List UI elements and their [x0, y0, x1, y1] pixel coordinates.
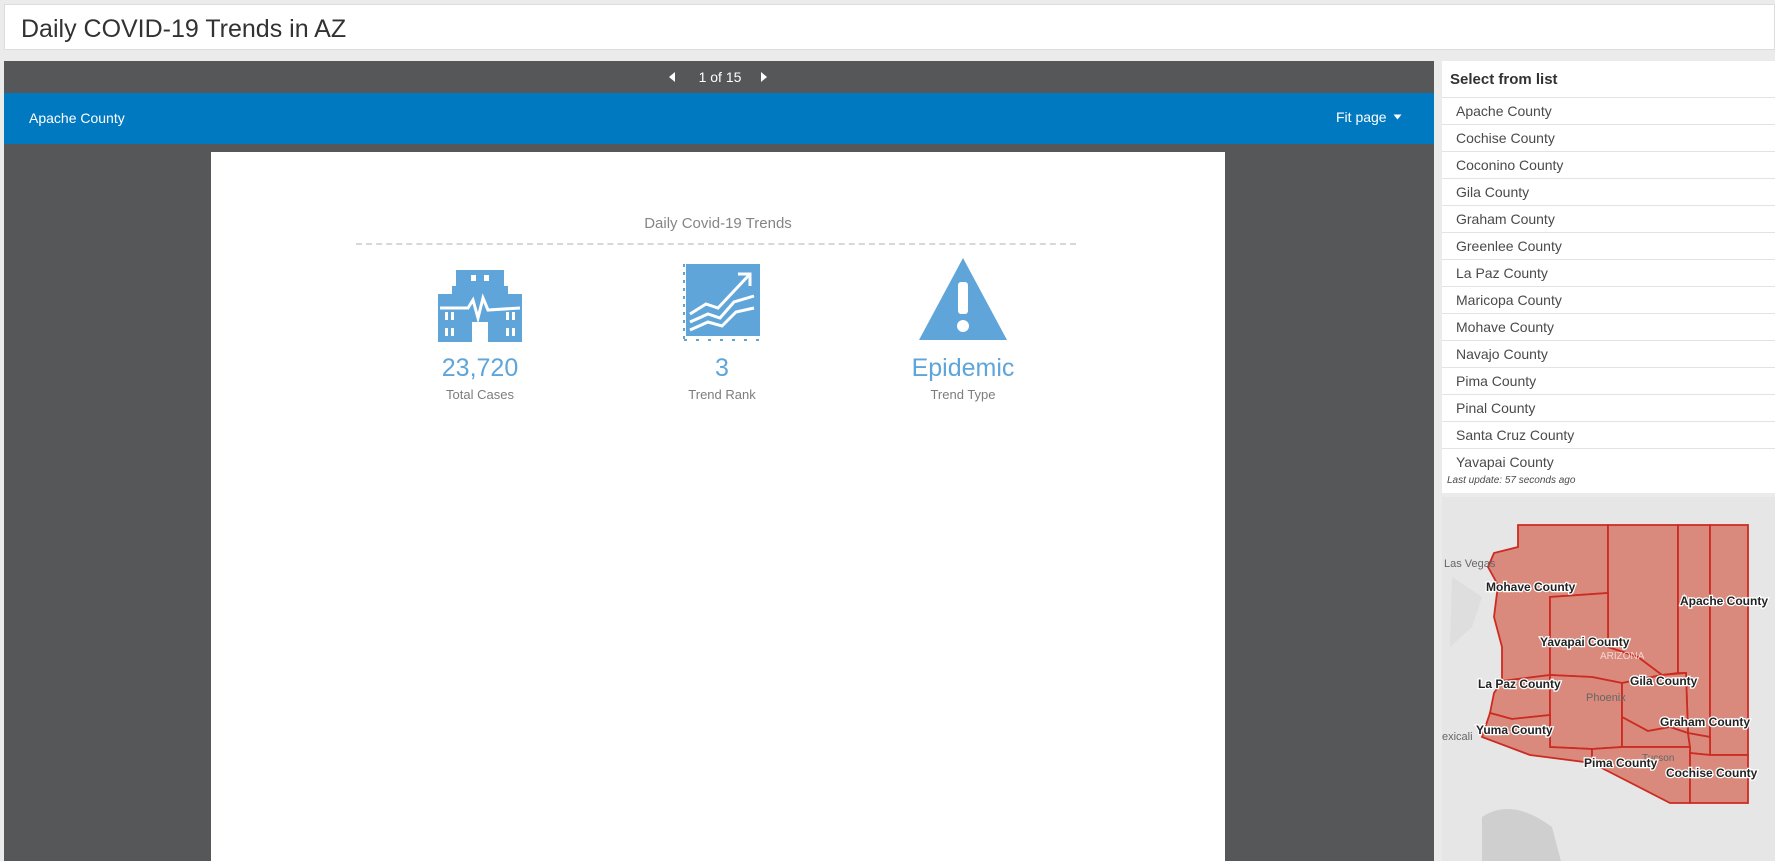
header-bar: Daily COVID-19 Trends in AZ — [4, 4, 1775, 50]
pager-bar: 1 of 15 — [4, 61, 1434, 93]
map-label-yuma: Yuma County — [1476, 723, 1553, 737]
chevron-down-icon — [1393, 114, 1402, 120]
details-panel: 1 of 15 Apache County Fit page Daily Cov… — [4, 61, 1434, 861]
map-label-gila: Gila County — [1630, 674, 1698, 688]
county-map[interactable]: Las Vegas ARIZONA Phoenix exicali Tucson… — [1442, 493, 1775, 861]
map-land-shape — [1450, 577, 1482, 647]
county-list-item[interactable]: Pinal County — [1442, 394, 1775, 421]
map-base-label: Phoenix — [1586, 692, 1626, 704]
county-list-item[interactable]: Graham County — [1442, 205, 1775, 232]
trend-type-value: Epidemic — [911, 354, 1015, 382]
list-title: Select from list — [1450, 71, 1558, 88]
county-list-item[interactable]: Greenlee County — [1442, 232, 1775, 259]
county-list-item[interactable]: Gila County — [1442, 178, 1775, 205]
county-list[interactable]: Apache County Cochise County Coconino Co… — [1442, 97, 1775, 493]
selected-county-name: Apache County — [29, 110, 125, 126]
trend-chart-icon — [683, 264, 760, 341]
map-label-mohave: Mohave County — [1486, 580, 1576, 594]
county-list-item[interactable]: Maricopa County — [1442, 286, 1775, 313]
trend-rank-label: Trend Rank — [688, 387, 756, 402]
county-list-item[interactable]: Yavapai County — [1442, 448, 1775, 475]
map-label-apache: Apache County — [1680, 594, 1768, 608]
selection-title-bar: Apache County Fit page — [4, 93, 1434, 144]
warning-icon — [919, 258, 1007, 340]
caret-right-icon — [761, 72, 767, 82]
map-county-maricopa[interactable] — [1549, 674, 1623, 750]
page-indicator: 1 of 15 — [698, 69, 742, 85]
fit-page-dropdown[interactable]: Fit page — [1336, 109, 1402, 125]
county-selector-panel: Select from list Apache County Cochise C… — [1442, 61, 1775, 861]
map-label-graham: Graham County — [1660, 715, 1750, 729]
trend-type-stat: Epidemic Trend Type — [863, 258, 1063, 402]
total-cases-value: 23,720 — [441, 354, 519, 382]
map-label-pima: Pima County — [1584, 756, 1658, 770]
county-list-item[interactable]: Mohave County — [1442, 313, 1775, 340]
report-page: Daily Covid-19 Trends 23,720 Total Cases… — [211, 152, 1225, 861]
map-base-label: ARIZONA — [1600, 651, 1645, 662]
county-list-item[interactable]: Coconino County — [1442, 151, 1775, 178]
county-list-item[interactable]: Pima County — [1442, 367, 1775, 394]
map-base-label: Las Vegas — [1444, 558, 1496, 570]
trend-rank-stat: 3 Trend Rank — [622, 260, 822, 402]
county-list-item[interactable]: Santa Cruz County — [1442, 421, 1775, 448]
total-cases-label: Total Cases — [446, 387, 514, 402]
arizona-map[interactable]: Las Vegas ARIZONA Phoenix exicali Tucson… — [1442, 497, 1775, 861]
page-title: Daily COVID-19 Trends in AZ — [21, 15, 347, 43]
map-label-lapaz: La Paz County — [1478, 677, 1561, 691]
county-list-item[interactable]: Navajo County — [1442, 340, 1775, 367]
caret-left-icon — [669, 72, 675, 82]
previous-page-button[interactable] — [664, 69, 680, 85]
county-list-item[interactable]: Cochise County — [1442, 124, 1775, 151]
dashed-divider — [356, 243, 1076, 245]
county-list-item[interactable]: La Paz County — [1442, 259, 1775, 286]
fit-page-label: Fit page — [1336, 109, 1387, 125]
map-county-graham[interactable] — [1686, 731, 1711, 756]
last-update-text: Last update: 57 seconds ago — [1447, 473, 1576, 488]
county-list-item[interactable]: Apache County — [1442, 97, 1775, 124]
trend-type-label: Trend Type — [930, 387, 996, 402]
map-base-label: exicali — [1442, 731, 1473, 743]
hospital-icon — [438, 270, 522, 342]
report-heading: Daily Covid-19 Trends — [644, 215, 792, 232]
map-label-cochise: Cochise County — [1666, 766, 1758, 780]
total-cases-stat: 23,720 Total Cases — [380, 260, 580, 402]
map-land-shape — [1482, 809, 1561, 861]
trend-rank-value: 3 — [715, 354, 729, 382]
map-label-yavapai: Yavapai County — [1540, 635, 1630, 649]
next-page-button[interactable] — [756, 69, 772, 85]
